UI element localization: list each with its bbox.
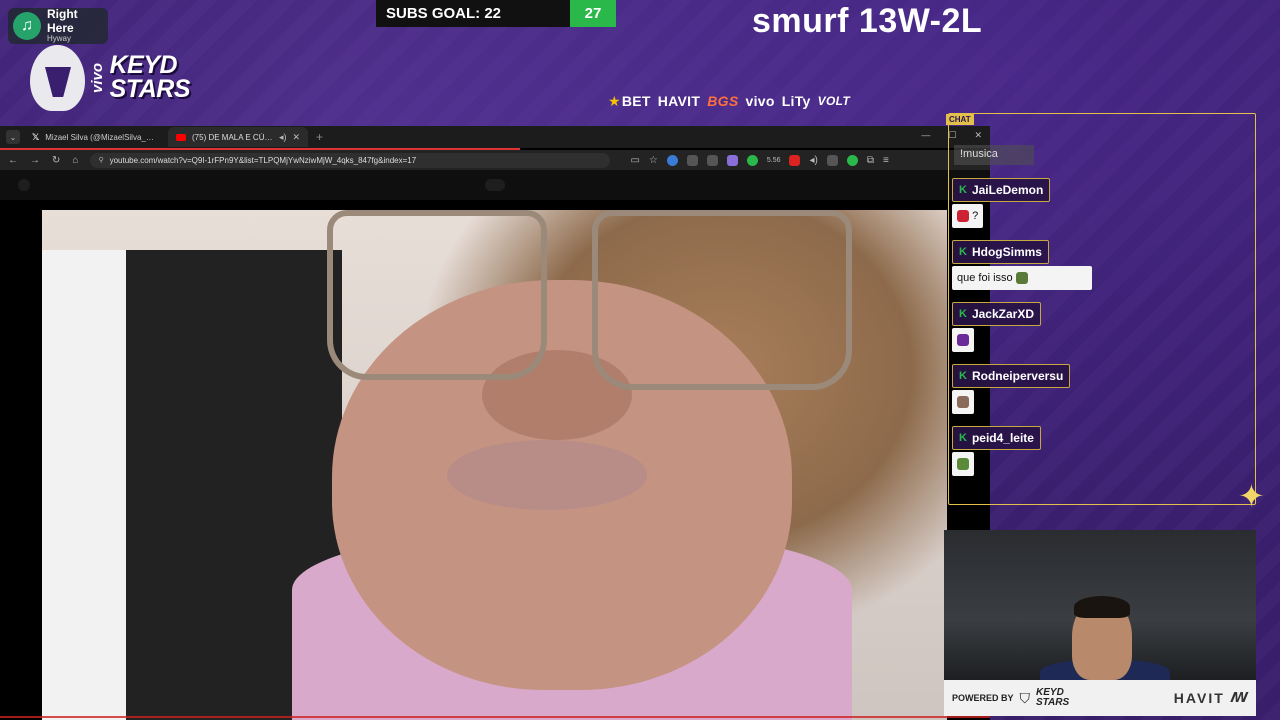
extensions-toolbar: ▭ ☆ 5.56 ◂) ⧉ ≡ — [630, 154, 889, 166]
logo-sponsor-text: vivo — [88, 62, 106, 93]
tab-youtube-video[interactable]: (75) DE MALA E CÚIA EM IT ◂) ✕ — [168, 127, 308, 147]
extension-icon[interactable] — [789, 154, 801, 166]
tab-strip: ⌄ 𝕏 Mizael Silva (@MizaelSilva_) / X (75… — [0, 126, 990, 148]
chat-tag: CHAT — [946, 114, 974, 125]
sparkle-icon: ✦ — [1238, 478, 1265, 514]
tab-label: Mizael Silva (@MizaelSilva_) / X — [45, 132, 156, 142]
video-frame-glasses-right — [592, 210, 852, 390]
new-tab-icon[interactable]: + — [316, 130, 323, 144]
youtube-header — [0, 170, 990, 200]
bookmark-star-icon[interactable]: ☆ — [649, 155, 658, 166]
team-logo: vivo KEYD STARS — [30, 42, 191, 114]
webcam-feed — [944, 530, 1256, 680]
chat-message: Kpeid4_leite — [952, 426, 1041, 476]
back-icon[interactable]: ← — [8, 155, 18, 166]
extension-icon[interactable] — [846, 154, 858, 166]
powered-by-label: POWERED BY — [952, 693, 1014, 703]
spartan-helmet-icon: ⛉ — [1019, 689, 1031, 706]
sponsor-bet: BET — [608, 93, 651, 110]
chat-username: K HdogSimms — [952, 240, 1049, 264]
emote-icon — [1015, 272, 1028, 285]
sponsor-volt: VOLT — [817, 94, 850, 108]
reload-icon[interactable]: ↻ — [52, 155, 60, 166]
now-playing-title: Right Here — [47, 7, 78, 35]
speaker-icon[interactable]: ◂) — [279, 132, 287, 143]
sponsor-lity: LiTy — [781, 93, 811, 109]
sponsor-vivo: vivo — [745, 93, 775, 109]
chat-message: K HdogSimms que foi isso — [952, 240, 1092, 290]
extensions-puzzle-icon[interactable]: ⧉ — [867, 155, 874, 166]
minimize-icon[interactable]: — — [921, 130, 930, 141]
chat-text: que foi isso — [952, 266, 1092, 290]
powered-havit-logo: HAVIT — [1173, 690, 1225, 706]
kick-badge-icon: K — [959, 308, 967, 320]
tab-label: (75) DE MALA E CÚIA EM IT — [192, 132, 273, 142]
cast-icon[interactable]: ▭ — [630, 155, 639, 166]
youtube-icon — [176, 133, 186, 141]
logo-word-2: STARS — [109, 75, 191, 103]
extension-icon[interactable] — [706, 154, 718, 166]
site-info-icon[interactable]: ⚲ — [98, 156, 103, 164]
close-tab-icon[interactable]: ✕ — [292, 132, 300, 143]
playlist-icon[interactable]: ≡ — [883, 155, 889, 166]
menu-icon[interactable] — [18, 179, 30, 191]
chat-username: Kpeid4_leite — [952, 426, 1041, 450]
chat-command-message: !musica — [954, 145, 1034, 165]
sponsor-bgs: BGS — [707, 93, 739, 109]
url-input[interactable]: ⚲ youtube.com/watch?v=Q9I-1rFPn9Y&list=T… — [90, 152, 611, 168]
forward-icon[interactable]: → — [30, 155, 40, 166]
chat-text — [952, 328, 974, 352]
webcam-hair — [1074, 596, 1130, 618]
extension-icon[interactable] — [746, 154, 758, 166]
chat-username: K JaiLeDemon — [952, 178, 1051, 202]
chat-text — [952, 390, 974, 414]
powered-by-bar: POWERED BY ⛉ KEYD STARS HAVIT ꟿ — [944, 680, 1256, 716]
chat-message: K Rodneiperversu — [952, 364, 1071, 414]
url-text: youtube.com/watch?v=Q9I-1rFPn9Y&list=TLP… — [109, 155, 417, 165]
kick-badge-icon: K — [959, 432, 967, 444]
powered-team-logo: KEYD STARS — [1036, 687, 1070, 708]
emote-icon — [957, 396, 969, 409]
kick-badge-icon: K — [959, 246, 967, 258]
chat-message: K JackZarXD — [952, 302, 1041, 352]
search-icon[interactable] — [485, 179, 505, 191]
kick-badge-icon: K — [959, 184, 967, 196]
tab-x-profile[interactable]: 𝕏 Mizael Silva (@MizaelSilva_) / X — [24, 127, 164, 147]
volt-logo-icon: ꟿ — [1230, 690, 1248, 705]
emote-icon — [957, 334, 969, 347]
subs-goal-label: SUBS GOAL: 22 — [376, 0, 570, 27]
extension-badge: 5.56 — [766, 156, 781, 164]
subs-goal-widget: SUBS GOAL: 22 27 — [376, 0, 616, 27]
address-bar: ← → ↻ ⌂ ⚲ youtube.com/watch?v=Q9I-1rFPn9… — [0, 150, 990, 170]
home-icon[interactable]: ⌂ — [72, 155, 78, 166]
spartan-helmet-icon — [30, 45, 85, 111]
stream-headline: smurf 13W-2L — [752, 2, 983, 40]
browser-window: ⌄ 𝕏 Mizael Silva (@MizaelSilva_) / X (75… — [0, 126, 990, 720]
extension-icon[interactable] — [826, 154, 838, 166]
x-logo-icon: 𝕏 — [32, 131, 40, 142]
sponsors-bar: BET HAVIT BGS vivo LiTy VOLT — [608, 91, 928, 111]
kick-badge-icon: K — [959, 370, 967, 382]
chat-username: K Rodneiperversu — [952, 364, 1071, 388]
tab-search-icon[interactable]: ⌄ — [6, 130, 20, 144]
music-note-icon: ♫ — [13, 12, 41, 40]
volume-icon[interactable]: ◂) — [809, 155, 817, 166]
video-frame-glasses-left — [327, 210, 547, 380]
emote-icon — [957, 458, 969, 471]
emote-icon — [957, 210, 969, 223]
video-player[interactable] — [42, 210, 947, 720]
extension-icon[interactable] — [666, 154, 678, 166]
chat-text — [952, 452, 974, 476]
chat-username: K JackZarXD — [952, 302, 1041, 326]
sponsor-havit: HAVIT — [657, 93, 701, 109]
subs-goal-count: 27 — [570, 0, 616, 27]
video-frame-mouth — [447, 440, 647, 510]
chat-text: ? — [952, 204, 984, 228]
now-playing-widget: ♫ Right Here Hyway — [8, 8, 108, 44]
chat-message: K JaiLeDemon ? — [952, 178, 1051, 228]
video-progress-bar[interactable] — [0, 716, 990, 718]
extension-icon[interactable] — [686, 154, 698, 166]
extension-icon[interactable] — [726, 154, 738, 166]
